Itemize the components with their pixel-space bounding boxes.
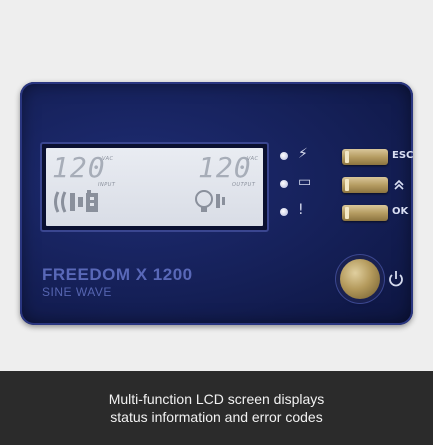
lcd-input-unit: VAC bbox=[102, 156, 114, 162]
indicator-row-ok: ! OK bbox=[280, 202, 410, 226]
caption-line-2: status information and error codes bbox=[110, 409, 323, 425]
lcd-output-label: OUTPUT bbox=[232, 182, 256, 188]
esc-button[interactable] bbox=[342, 149, 388, 165]
caption-line-1: Multi-function LCD screen displays bbox=[108, 391, 325, 407]
indicator-row-esc: ⚡ ESC bbox=[280, 146, 413, 170]
lcd-battery-level-icon bbox=[54, 190, 98, 213]
lcd-screen: 120 VAC INPUT 120 VAC OUTPUT bbox=[46, 148, 263, 226]
inverter-front-panel: 120 VAC INPUT 120 VAC OUTPUT ⚡ ESC ▭ ! O… bbox=[20, 82, 413, 325]
status-led bbox=[280, 180, 288, 188]
status-led bbox=[280, 152, 288, 160]
product-name: FREEDOM X 1200 bbox=[42, 265, 193, 284]
ok-label: OK bbox=[392, 206, 409, 217]
status-led bbox=[280, 208, 288, 216]
up-button[interactable] bbox=[342, 177, 388, 193]
lcd-bezel: 120 VAC INPUT 120 VAC OUTPUT bbox=[40, 142, 269, 232]
esc-label: ESC bbox=[392, 150, 413, 161]
warning-icon: ! bbox=[298, 202, 304, 218]
battery-outline-icon: ▭ bbox=[298, 174, 312, 190]
product-image-frame: 120 VAC INPUT 120 VAC OUTPUT ⚡ ESC ▭ ! O… bbox=[0, 0, 433, 445]
power-button[interactable] bbox=[340, 259, 380, 299]
power-icon bbox=[389, 271, 403, 287]
lcd-output-unit: VAC bbox=[247, 156, 259, 162]
lcd-output-value: 120 bbox=[198, 151, 252, 184]
tower-icon: ⚡ bbox=[298, 146, 308, 162]
image-caption: Multi-function LCD screen displays statu… bbox=[0, 371, 433, 445]
chevron-up-icon bbox=[394, 179, 404, 190]
indicator-row-up: ▭ bbox=[280, 174, 410, 198]
ok-button[interactable] bbox=[342, 205, 388, 221]
lcd-load-bulb-icon bbox=[195, 190, 225, 212]
product-subtitle: SINE WAVE bbox=[42, 285, 112, 299]
lcd-input-value: 120 bbox=[52, 151, 106, 184]
